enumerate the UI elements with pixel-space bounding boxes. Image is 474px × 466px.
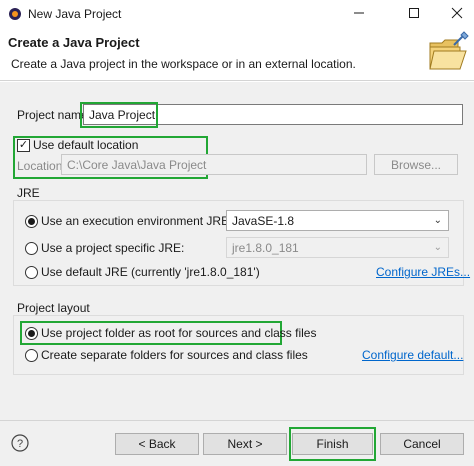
configure-jres-link[interactable]: Configure JREs...: [376, 265, 470, 279]
jre-specific-radio[interactable]: [25, 242, 38, 255]
jre-default-radio[interactable]: [25, 266, 38, 279]
radio-selected-dot: [28, 218, 35, 225]
minimize-button[interactable]: [344, 2, 374, 26]
location-input[interactable]: C:\Core Java\Java Project: [61, 154, 367, 175]
jre-env-label: Use an execution environment JRE:: [41, 214, 233, 228]
jre-env-value: JavaSE-1.8: [232, 214, 295, 228]
jre-env-radio[interactable]: [25, 215, 38, 228]
project-name-highlight-overlay: [80, 102, 158, 128]
chevron-down-icon: ⌄: [433, 215, 442, 226]
chevron-down-icon: ⌄: [433, 242, 442, 253]
jre-default-label: Use default JRE (currently 'jre1.8.0_181…: [41, 265, 260, 279]
page-title: Create a Java Project: [8, 35, 140, 50]
configure-default-link[interactable]: Configure default...: [362, 348, 463, 362]
layout-root-radio[interactable]: [25, 327, 38, 340]
use-default-location-checkbox[interactable]: ✓: [17, 139, 30, 152]
jre-specific-label: Use a project specific JRE:: [41, 241, 185, 255]
project-layout-group-title: Project layout: [17, 301, 90, 315]
use-default-location-label: Use default location: [33, 138, 139, 152]
help-button[interactable]: ?: [11, 434, 29, 452]
checkmark-icon: ✓: [18, 139, 29, 151]
radio-selected-dot: [28, 330, 35, 337]
jre-env-select[interactable]: JavaSE-1.8 ⌄: [226, 210, 449, 231]
jre-specific-value: jre1.8.0_181: [232, 241, 299, 255]
cancel-button[interactable]: Cancel: [380, 433, 464, 455]
minimize-icon: [353, 7, 365, 22]
help-icon: ?: [11, 434, 29, 455]
window-title: New Java Project: [28, 7, 122, 21]
maximize-icon: [408, 7, 420, 22]
location-label: Location:: [17, 159, 66, 173]
next-button[interactable]: Next >: [203, 433, 287, 455]
footer-separator: [0, 420, 474, 421]
browse-button[interactable]: Browse...: [374, 154, 458, 175]
svg-text:?: ?: [17, 438, 23, 450]
jre-group-title: JRE: [17, 186, 40, 200]
close-icon: [451, 7, 463, 22]
back-button[interactable]: < Back: [115, 433, 199, 455]
layout-separate-label: Create separate folders for sources and …: [41, 348, 308, 362]
page-description: Create a Java project in the workspace o…: [11, 57, 356, 71]
folder-icon: [424, 31, 470, 77]
jre-specific-select[interactable]: jre1.8.0_181 ⌄: [226, 237, 449, 258]
maximize-button[interactable]: [399, 2, 429, 26]
close-button[interactable]: [442, 2, 472, 26]
finish-button[interactable]: Finish: [292, 433, 373, 455]
layout-separate-radio[interactable]: [25, 349, 38, 362]
eclipse-app-icon: [8, 7, 22, 21]
layout-root-label: Use project folder as root for sources a…: [41, 326, 317, 340]
